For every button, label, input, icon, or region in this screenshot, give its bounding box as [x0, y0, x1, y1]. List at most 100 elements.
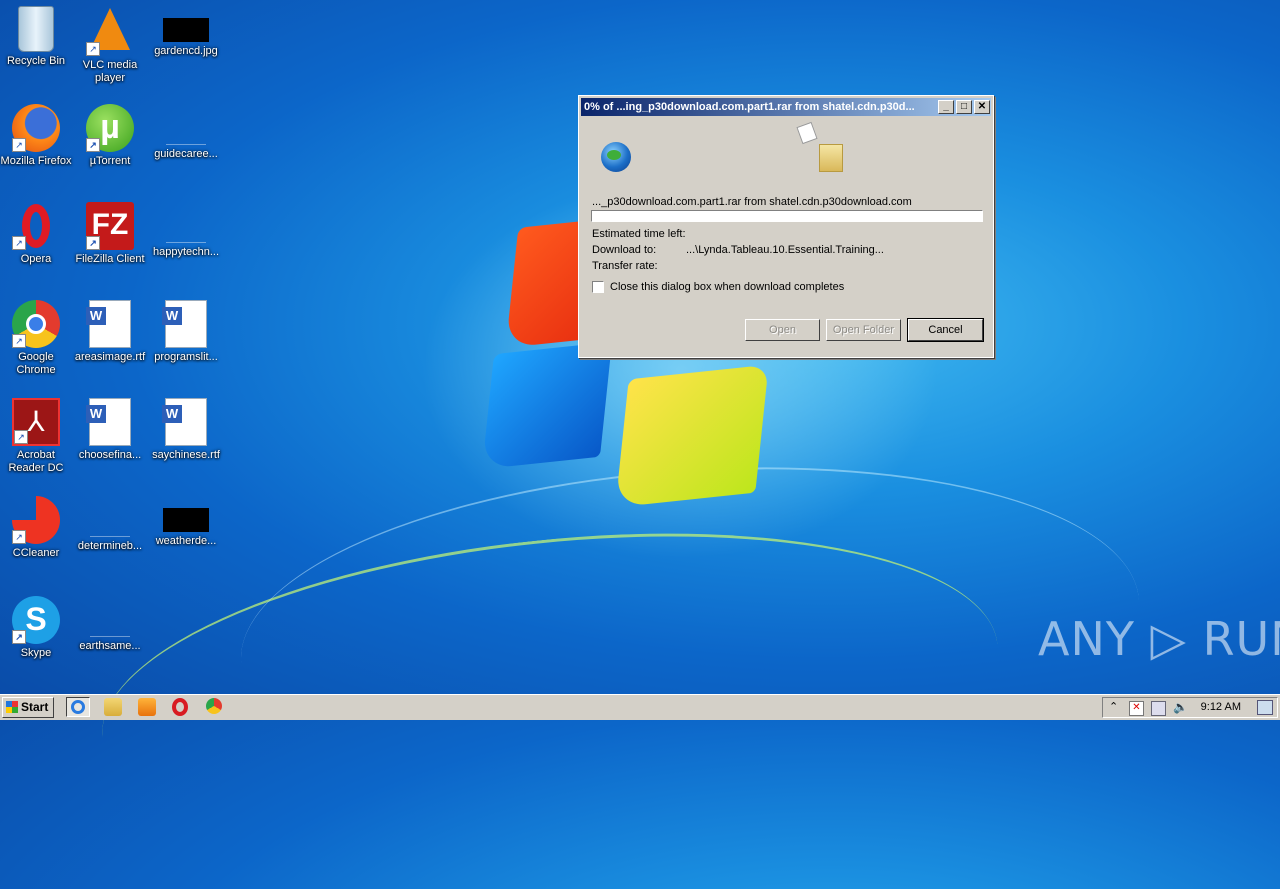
file-icon: [90, 614, 130, 637]
recycle-bin-icon: [18, 6, 54, 52]
download-dialog[interactable]: 0% of ...ing_p30download.com.part1.rar f…: [578, 95, 994, 358]
image-file-icon: [163, 508, 209, 532]
close-on-complete-label: Close this dialog box when download comp…: [610, 281, 845, 293]
open-button[interactable]: Open: [745, 319, 820, 341]
clock[interactable]: 9:12 AM: [1201, 698, 1241, 717]
opera-icon: ↗: [12, 202, 60, 250]
utorrent-icon: µ ↗: [86, 104, 134, 152]
windows-logo-yellow: [615, 364, 769, 508]
close-on-complete-option[interactable]: Close this dialog box when download comp…: [592, 281, 844, 293]
shortcut-arrow-icon: ↗: [86, 138, 100, 152]
close-button[interactable]: ✕: [974, 100, 990, 114]
desktop-icon-saychinese[interactable]: W saychinese.rtf: [148, 398, 224, 462]
file-icon: [90, 514, 130, 537]
desktop-icon-weatherde[interactable]: weatherde...: [148, 496, 224, 548]
desktop-icon-ccleaner[interactable]: ↗ CCleaner: [0, 496, 74, 560]
desktop-icon-label: saychinese.rtf: [152, 449, 220, 461]
minimize-button[interactable]: _: [938, 100, 954, 114]
media-player-icon[interactable]: [138, 698, 156, 716]
close-on-complete-checkbox[interactable]: [592, 281, 604, 293]
open-folder-button[interactable]: Open Folder: [826, 319, 901, 341]
desktop-icon-label: CCleaner: [12, 547, 60, 559]
desktop-icon-skype[interactable]: S ↗ Skype: [0, 596, 74, 660]
desktop-icon-label: Skype: [20, 647, 52, 659]
dialog-title: 0% of ...ing_p30download.com.part1.rar f…: [584, 101, 915, 113]
shortcut-arrow-icon: ↗: [12, 530, 26, 544]
system-tray: ⌃ ✕ 🔈 9:12 AM: [1102, 697, 1278, 718]
transfer-rate-row: Transfer rate:: [592, 260, 658, 272]
desktop-icon-label: gardencd.jpg: [154, 45, 218, 57]
network-icon[interactable]: [1151, 701, 1166, 716]
desktop-icon-label: Acrobat Reader DC: [8, 449, 64, 474]
desktop-icon-label: earthsame...: [79, 640, 141, 652]
opera-icon[interactable]: [172, 698, 188, 716]
show-hidden-icons-icon[interactable]: ⌃: [1109, 701, 1122, 714]
shortcut-arrow-icon: ↗: [12, 138, 26, 152]
desktop-icon-earthsame[interactable]: earthsame...: [72, 596, 148, 653]
estimated-time-row: Estimated time left:: [592, 228, 686, 240]
shortcut-arrow-icon: ↗: [12, 236, 26, 250]
acrobat-icon: ⅄ ↗: [12, 398, 60, 446]
word-document-icon: W: [162, 300, 207, 348]
file-icon: [166, 220, 206, 243]
maximize-button[interactable]: □: [956, 100, 972, 114]
action-center-icon[interactable]: ✕: [1129, 701, 1144, 716]
shortcut-arrow-icon: ↗: [86, 42, 100, 56]
desktop-icon-opera[interactable]: ↗ Opera: [0, 202, 74, 266]
word-document-icon: W: [162, 398, 207, 446]
download-source-text: ..._p30download.com.part1.rar from shate…: [592, 196, 912, 208]
desktop-icon-areasimage[interactable]: W areasimage.rtf: [72, 300, 148, 364]
desktop-icon-label: Mozilla Firefox: [0, 155, 72, 167]
desktop-icon-determineb[interactable]: determineb...: [72, 496, 148, 553]
desktop-icon-label: Opera: [20, 253, 52, 265]
skype-icon: S ↗: [12, 596, 60, 644]
file-icon: [166, 122, 206, 145]
shortcut-arrow-icon: ↗: [86, 236, 100, 250]
desktop-icon-chrome[interactable]: ↗ Google Chrome: [0, 300, 74, 377]
desktop-icon-label: weatherde...: [155, 535, 217, 547]
desktop-icon-happytechn[interactable]: happytechn...: [148, 202, 224, 259]
desktop-icon-label: Recycle Bin: [6, 55, 66, 67]
desktop-icon-programslit[interactable]: W programslit...: [148, 300, 224, 364]
anyrun-watermark: ANY ▷ RUN: [1038, 612, 1280, 666]
desktop-icon-label: FileZilla Client: [75, 253, 145, 265]
desktop-icon-label: programslit...: [154, 351, 218, 363]
download-to-row: Download to: ...\Lynda.Tableau.10.Essent…: [592, 244, 884, 256]
desktop-icon-acrobat[interactable]: ⅄ ↗ Acrobat Reader DC: [0, 398, 74, 475]
dialog-titlebar[interactable]: 0% of ...ing_p30download.com.part1.rar f…: [581, 98, 991, 116]
filezilla-icon: FZ ↗: [86, 202, 134, 250]
word-document-icon: W: [86, 398, 131, 446]
desktop-icon-gardencd[interactable]: gardencd.jpg: [148, 6, 224, 58]
desktop-icon-choosefina[interactable]: W choosefina...: [72, 398, 148, 462]
download-progress-bar: [591, 210, 983, 222]
windows-logo-icon: [6, 701, 18, 713]
shortcut-arrow-icon: ↗: [12, 630, 26, 644]
desktop-icon-label: choosefina...: [78, 449, 142, 461]
desktop-icon-label: Google Chrome: [16, 351, 56, 376]
shortcut-arrow-icon: ↗: [14, 430, 28, 444]
explorer-icon[interactable]: [104, 698, 122, 716]
show-desktop-button[interactable]: [1257, 700, 1273, 715]
ccleaner-icon: ↗: [12, 496, 60, 544]
desktop-icon-recycle-bin[interactable]: Recycle Bin: [0, 6, 74, 68]
transfer-rate-label: Transfer rate:: [592, 260, 658, 272]
desktop-icon-vlc[interactable]: ↗ VLC media player: [72, 6, 148, 85]
globe-icon: [601, 142, 631, 172]
download-to-label: Download to:: [592, 244, 657, 256]
estimated-time-label: Estimated time left:: [592, 228, 686, 240]
desktop-icon-guidecaree[interactable]: guidecaree...: [148, 104, 224, 161]
paper-animation-icon: [796, 121, 818, 145]
volume-icon[interactable]: 🔈: [1173, 701, 1188, 714]
image-file-icon: [163, 18, 209, 42]
desktop-icon-utorrent[interactable]: µ ↗ µTorrent: [72, 104, 148, 168]
cancel-button[interactable]: Cancel: [907, 318, 984, 342]
window-controls: _ □ ✕: [938, 100, 990, 114]
download-to-value: ...\Lynda.Tableau.10.Essential.Training.…: [686, 244, 884, 256]
internet-explorer-icon[interactable]: [66, 697, 90, 717]
start-button[interactable]: Start: [2, 697, 54, 718]
chrome-icon[interactable]: [206, 698, 222, 714]
word-document-icon: W: [86, 300, 131, 348]
start-label: Start: [21, 700, 49, 714]
desktop-icon-firefox[interactable]: ↗ Mozilla Firefox: [0, 104, 74, 168]
desktop-icon-filezilla[interactable]: FZ ↗ FileZilla Client: [72, 202, 148, 266]
